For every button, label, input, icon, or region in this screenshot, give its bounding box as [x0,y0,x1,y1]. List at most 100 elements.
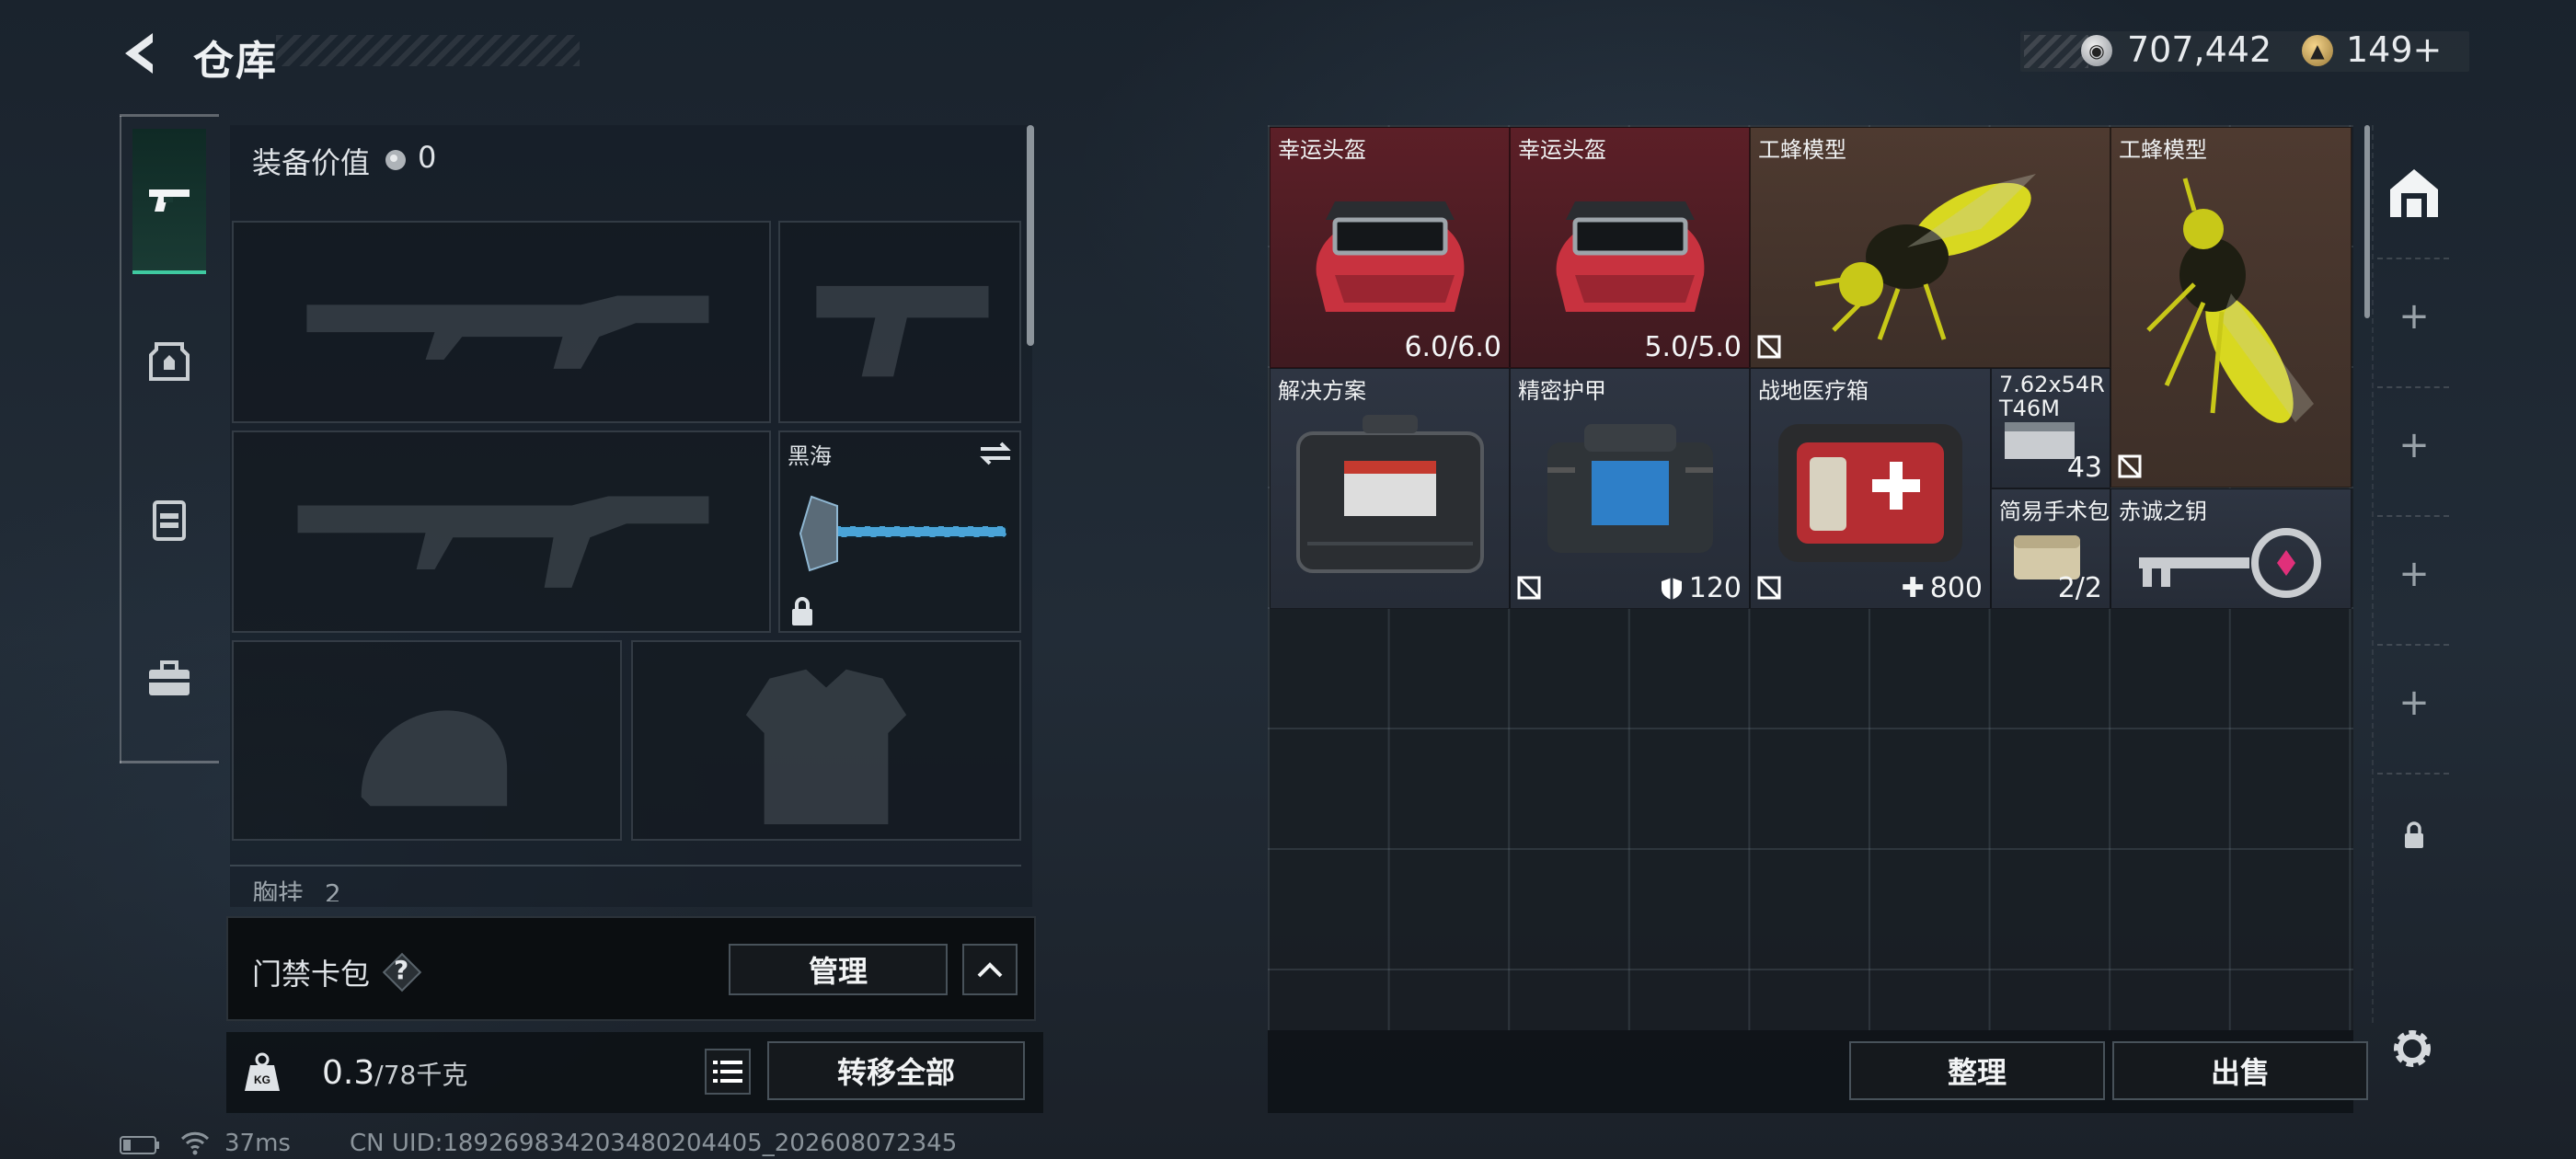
sort-button[interactable]: 整理 [1849,1041,2105,1100]
secondary-weapon-slot[interactable] [778,221,1021,423]
no-insure-icon [1517,576,1541,600]
item-precision-armor[interactable]: 精密护甲 120 [1510,368,1750,609]
item-sincere-key[interactable]: 赤诚之钥 [2110,488,2352,609]
toolbox-icon[interactable] [144,653,195,705]
add-tab-icon[interactable]: + [2383,414,2445,476]
ammo-count: 43 [2066,452,2102,484]
durability-value: 6.0/6.0 [1404,331,1501,363]
item-worker-bee-model-2[interactable]: 工蜂模型 [2110,127,2352,488]
collapse-button[interactable] [962,944,1018,995]
armor-points: 120 [1688,572,1742,604]
pistol-icon[interactable] [144,175,195,226]
item-name: 战地医疗箱 [1758,378,1869,404]
keycard-pack-label: 门禁卡包 [252,957,371,992]
toolbox-case-image [1296,415,1484,573]
uses-value: 2/2 [2057,572,2102,604]
add-tab-icon[interactable]: + [2383,671,2445,734]
page-title: 仓库 [193,38,278,85]
item-simple-surgery-kit[interactable]: 简易手术包 2/2 [1991,488,2110,609]
helmet-slot[interactable] [232,640,622,841]
rifle-silhouette-icon [297,496,709,588]
manage-button[interactable]: 管理 [729,944,948,995]
weight-readout: 0.3/78千克 [322,1054,467,1092]
rifle-silhouette-icon [306,295,709,369]
weight-value: 0.3 [322,1054,375,1092]
bee-image [1814,174,2036,340]
no-insure-icon [1757,335,1781,359]
currency-decoration [2024,35,2088,68]
helmet-image [1556,201,1705,312]
melee-slot[interactable]: 黑海 [778,430,1021,633]
item-ammo-762[interactable]: 7.62x54R T46M 43 [1991,368,2110,488]
list-view-button[interactable] [705,1049,751,1095]
warehouse-icon[interactable] [2383,162,2445,224]
gear-icon[interactable] [2385,1021,2440,1076]
svg-text:KG: KG [254,1073,270,1086]
durability-value: 5.0/5.0 [1644,331,1742,363]
item-name: 幸运头盔 [1518,137,1606,163]
chest-rig-slot[interactable]: 胸挂 2 [230,865,1021,901]
weight-icon: KG [245,1052,280,1091]
item-lucky-helmet-2[interactable]: 幸运头盔 5.0/5.0 [1510,127,1750,368]
swap-icon[interactable] [977,438,1014,469]
plus-icon: ✚ [1901,572,1925,604]
key-image [2139,528,2321,598]
item-name: 赤诚之钥 [2119,499,2207,524]
item-name: 工蜂模型 [2119,137,2207,163]
title-decoration [276,35,580,66]
sell-button[interactable]: 出售 [2112,1041,2368,1100]
item-field-medkit[interactable]: 战地医疗箱 ✚ 800 [1750,368,1991,609]
item-name: 解决方案 [1278,378,1366,404]
help-text: ? [394,955,409,985]
help-icon[interactable]: ? [382,952,422,993]
armor-icon[interactable] [144,335,195,386]
axe-image [799,495,1007,572]
battery-icon [120,1136,159,1154]
medkit-image [1778,424,1962,562]
gold-coin-icon: ▲ [2302,35,2333,66]
backpack-icon[interactable] [144,493,195,545]
heal-points: 800 [1929,572,1983,604]
item-worker-bee-model[interactable]: 工蜂模型 [1750,127,2110,368]
stash-scrollbar[interactable] [2364,125,2370,318]
no-insure-icon [1757,576,1781,600]
rail-divider [2377,773,2449,775]
helmet-silhouette-icon [361,710,508,807]
equipment-scrollbar[interactable] [1027,125,1034,346]
item-solution-case[interactable]: 解决方案 [1270,368,1510,609]
weight-capacity: /78千克 [374,1060,468,1090]
list-icon [713,1061,742,1083]
sidebar-bottom-line [120,761,219,763]
rail-divider [2377,644,2449,646]
chest-rig-count: 2 [324,878,341,901]
item-lucky-helmet[interactable]: 幸运头盔 6.0/6.0 [1270,127,1510,368]
silver-amount: 707,442 [2127,29,2272,70]
rail-divider [2377,515,2449,517]
rail-divider [2377,386,2449,388]
no-insure-icon [2118,454,2142,478]
primary-weapon-slot-2[interactable] [232,430,771,633]
ammo-box-image [2005,422,2075,459]
bee-image [2146,178,2314,423]
armor-value: 120 [1660,572,1742,604]
sidebar-top-line [120,114,219,117]
add-tab-icon[interactable]: + [2383,543,2445,605]
back-icon[interactable] [118,29,166,77]
helmet-image [1316,201,1465,312]
item-name: 幸运头盔 [1278,137,1366,163]
silver-coin-icon [385,150,406,170]
armor-bag-image [1547,424,1713,553]
armor-slot[interactable] [631,640,1021,841]
equipment-value: 0 [418,140,437,175]
chest-rig-label: 胸挂 [252,878,305,901]
vest-silhouette-icon [745,669,907,825]
gold-amount[interactable]: 149+ [2346,29,2442,70]
transfer-all-button[interactable]: 转移全部 [767,1041,1025,1100]
shield-icon [1661,577,1682,600]
silver-coin-icon: ◉ [2081,35,2112,66]
add-tab-icon[interactable]: + [2383,285,2445,348]
uid-text: CN UID:18926983420348020440​5_2026080723… [350,1130,958,1157]
rail-divider [2377,258,2449,259]
primary-weapon-slot[interactable] [232,221,771,423]
lock-icon[interactable] [2383,804,2445,866]
